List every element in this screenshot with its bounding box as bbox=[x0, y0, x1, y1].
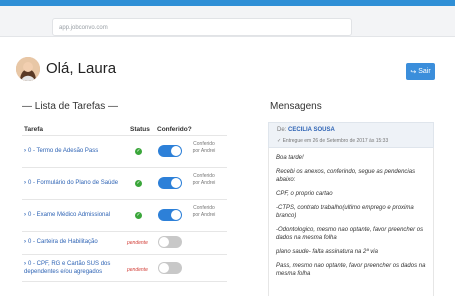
divider bbox=[22, 167, 227, 168]
logout-icon: ↪ bbox=[410, 68, 417, 76]
status-pending: pendente bbox=[127, 267, 148, 273]
checked-toggle[interactable] bbox=[158, 177, 182, 189]
col-status: Status bbox=[130, 126, 150, 133]
message-body: Boa tarde! Recebi os anexos, conferindo,… bbox=[268, 148, 434, 296]
col-task: Tarefa bbox=[24, 126, 44, 133]
avatar bbox=[16, 57, 40, 81]
browser-toolbar: app.jobconvo.com bbox=[0, 6, 455, 37]
page-title: Olá, Laura bbox=[46, 60, 117, 77]
task-row-1[interactable]: › 0 - Termo de Adesão Pass bbox=[24, 147, 98, 155]
check-icon: ✓ bbox=[135, 148, 142, 155]
divider bbox=[22, 135, 227, 136]
task-row-2[interactable]: › 0 - Formulário do Plano de Saúde bbox=[24, 179, 118, 187]
checked-by: Conferido por Andrei bbox=[192, 173, 216, 186]
chevron-right-icon: › bbox=[24, 261, 26, 267]
divider bbox=[22, 199, 227, 200]
task-row-4[interactable]: › 0 - Carteira de Habilitação bbox=[24, 238, 98, 246]
check-icon: ✓ bbox=[135, 212, 142, 219]
message-date: Entregue em 26 de Setembro de 2017 às 15… bbox=[282, 138, 389, 144]
check-icon: ✓ bbox=[135, 180, 142, 187]
checked-toggle[interactable] bbox=[158, 262, 182, 274]
chevron-right-icon: › bbox=[24, 239, 26, 245]
url-bar[interactable]: app.jobconvo.com bbox=[52, 18, 352, 36]
divider bbox=[22, 281, 227, 282]
checked-by: Conferido por Andrei bbox=[192, 141, 216, 154]
chevron-right-icon: › bbox=[24, 148, 26, 154]
message-header: De: CECILIA SOUSA ✓ Entregue em 26 de Se… bbox=[268, 122, 434, 148]
logout-label: Sair bbox=[418, 68, 431, 75]
messages-title: Mensagens bbox=[270, 101, 322, 112]
tasks-title: — Lista de Tarefas — bbox=[22, 101, 118, 112]
chevron-right-icon: › bbox=[24, 180, 26, 186]
checked-toggle[interactable] bbox=[158, 209, 182, 221]
checked-toggle[interactable] bbox=[158, 145, 182, 157]
checked-by: Conferido por Andrei bbox=[192, 205, 216, 218]
divider bbox=[22, 231, 227, 232]
message-sender: CECILIA SOUSA bbox=[288, 127, 335, 133]
chevron-right-icon: › bbox=[24, 212, 26, 218]
task-row-5[interactable]: › 0 - CPF, RG e Cartão SUS dos dependente… bbox=[24, 260, 124, 276]
col-checked: Conferido? bbox=[157, 126, 192, 133]
logout-button[interactable]: ↪ Sair bbox=[406, 63, 435, 80]
task-row-3[interactable]: › 0 - Exame Médico Admissional bbox=[24, 211, 110, 219]
status-pending: pendente bbox=[127, 240, 148, 246]
checked-toggle[interactable] bbox=[158, 236, 182, 248]
check-icon: ✓ bbox=[277, 138, 282, 144]
divider bbox=[22, 254, 227, 255]
